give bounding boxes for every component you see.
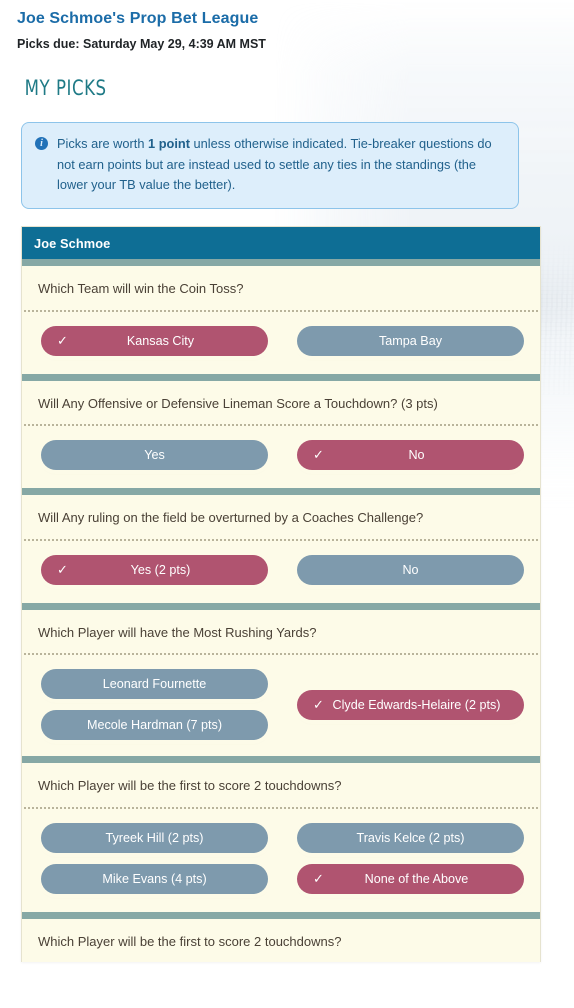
question-divider <box>22 911 540 919</box>
option-button[interactable]: Tampa Bay <box>297 325 524 356</box>
option-label: Yes <box>144 448 165 463</box>
option-label: Mecole Hardman (7 pts) <box>86 718 223 733</box>
info-text-part1: Picks are worth <box>57 136 149 151</box>
question-block: Will Any ruling on the field be overturn… <box>22 488 540 603</box>
picks-page: Joe Schmoe's Prop Bet League Picks due: … <box>0 0 574 963</box>
question-text: Which Player will be the first to score … <box>38 778 342 794</box>
question-divider <box>22 756 540 764</box>
option-button-selected[interactable]: ✓ Clyde Edwards-Helaire (2 pts) <box>297 689 524 720</box>
option-button[interactable]: Mecole Hardman (7 pts) <box>41 710 268 741</box>
option-button[interactable]: No <box>297 554 524 585</box>
check-icon: ✓ <box>57 332 68 348</box>
info-banner: i Picks are worth 1 point unless otherwi… <box>21 122 519 210</box>
question-text: Will Any Offensive or Defensive Lineman … <box>38 395 438 411</box>
option-label: None of the Above <box>364 871 469 886</box>
option-button[interactable]: Leonard Fournette <box>41 669 268 700</box>
card-header-owner-name: Joe Schmoe <box>22 227 540 260</box>
option-label: Yes (2 pts) <box>130 562 191 577</box>
question-divider <box>22 373 540 381</box>
option-group: ✓ Yes (2 pts) No <box>22 541 540 603</box>
option-label: Clyde Edwards-Helaire (2 pts) <box>332 697 501 712</box>
option-button-selected[interactable]: ✓ No <box>297 440 524 471</box>
picks-card: Joe Schmoe Which Team will win the Coin … <box>21 226 541 963</box>
option-button[interactable]: Mike Evans (4 pts) <box>41 863 268 894</box>
picks-due-line: Picks due: Saturday May 29, 4:39 AM MST <box>0 28 574 51</box>
question-text: Will Any ruling on the field be overturn… <box>38 510 424 526</box>
picks-due-label: Picks due: <box>17 37 80 51</box>
question-text: Which Team will win the Coin Toss? <box>38 281 244 297</box>
option-label: Mike Evans (4 pts) <box>102 871 207 886</box>
option-label: Kansas City <box>126 333 195 348</box>
card-header-strip <box>22 259 540 267</box>
check-icon: ✓ <box>57 562 68 578</box>
check-icon: ✓ <box>313 447 324 463</box>
picks-due-value: Saturday May 29, 4:39 AM MST <box>83 37 266 51</box>
option-button[interactable]: Yes <box>41 440 268 471</box>
option-label: Travis Kelce (2 pts) <box>356 830 465 845</box>
questions-list: Which Team will win the Coin Toss? ✓ Kansa… <box>22 266 540 963</box>
option-button-selected[interactable]: ✓ None of the Above <box>297 863 524 894</box>
section-title-my-picks: MY PICKS <box>24 76 107 100</box>
question-block: Will Any Offensive or Defensive Lineman … <box>22 373 540 489</box>
option-button-selected[interactable]: ✓ Kansas City <box>41 325 268 356</box>
question-block: Which Player will have the Most Rushing … <box>22 602 540 757</box>
question-text: Which Player will be the first to score … <box>38 933 342 949</box>
option-group: Leonard Fournette ✓ Clyde Edwards-Helaire … <box>22 655 540 756</box>
question-block: Which Player will be the first to score … <box>22 756 540 912</box>
check-icon: ✓ <box>313 697 324 713</box>
option-button[interactable]: Travis Kelce (2 pts) <box>297 822 524 853</box>
option-button-selected[interactable]: ✓ Yes (2 pts) <box>41 554 268 585</box>
info-text-bold: 1 point <box>148 136 190 151</box>
option-label: Tyreek Hill (2 pts) <box>105 830 204 845</box>
question-divider <box>22 602 540 610</box>
question-block: Which Player will be the first to score … <box>22 911 540 963</box>
option-button[interactable]: Tyreek Hill (2 pts) <box>41 822 268 853</box>
option-label: No <box>408 448 425 463</box>
option-group: Tyreek Hill (2 pts) Travis Kelce (2 pts) M… <box>22 809 540 912</box>
question-divider <box>22 488 540 496</box>
option-group: ✓ Kansas City Tampa Bay <box>22 312 540 374</box>
page-title: Joe Schmoe's Prop Bet League <box>17 10 259 27</box>
info-icon: i <box>35 137 48 150</box>
option-label: Leonard Fournette <box>102 677 207 692</box>
option-label: No <box>402 562 419 577</box>
question-block: Which Team will win the Coin Toss? ✓ Kansa… <box>22 266 540 374</box>
option-group: Yes ✓ No <box>22 426 540 488</box>
check-icon: ✓ <box>313 871 324 887</box>
info-banner-text: Picks are worth 1 point unless otherwise… <box>57 134 504 196</box>
question-text: Which Player will have the Most Rushing … <box>38 624 317 640</box>
option-label: Tampa Bay <box>379 333 442 348</box>
